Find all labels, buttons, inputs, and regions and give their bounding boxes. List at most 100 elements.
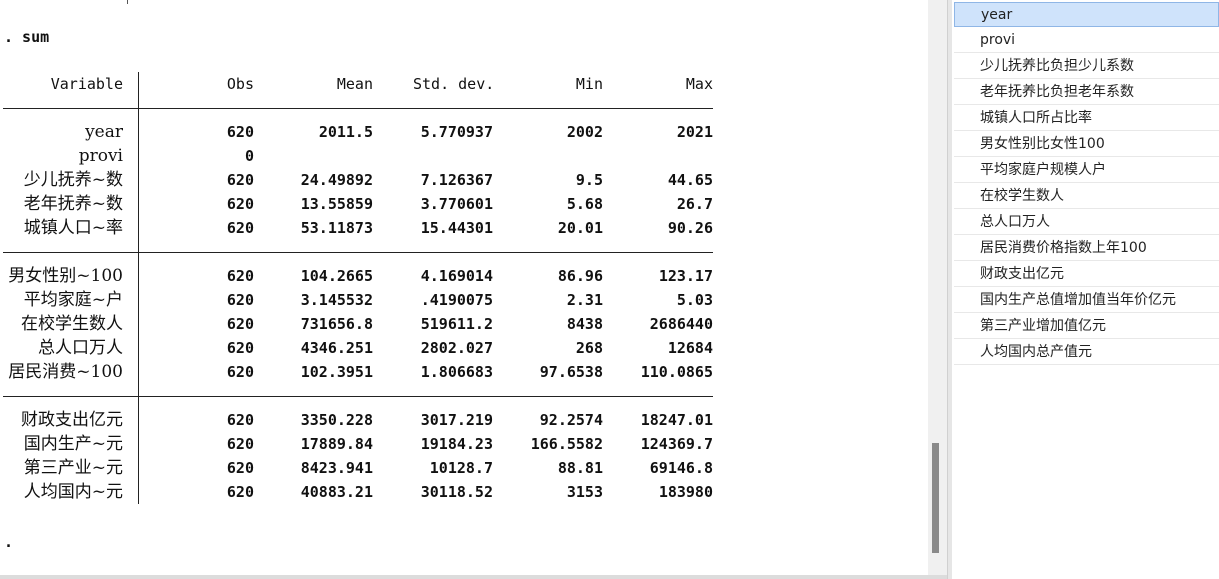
variable-list-label: 在校学生数人 — [980, 188, 1064, 204]
max-value: 2021 — [676, 123, 713, 141]
table-row: 平均家庭~户 620 3.145532 .4190075 2.31 5.03 — [0, 288, 720, 312]
table-row: provi 0 — [0, 144, 720, 168]
header-obs: Obs — [226, 75, 254, 93]
std-dev-value: 10128.7 — [429, 459, 493, 477]
variable-list-label: 老年抚养比负担老年系数 — [980, 84, 1134, 100]
mean-value: 40883.21 — [300, 483, 373, 501]
table-row: 总人口万人 620 4346.251 2802.027 268 12684 — [0, 336, 720, 360]
variables-panel: year provi 少儿抚养比负担少儿系数老年抚养比负担老年系数 城镇人口所占比率男… — [952, 0, 1219, 579]
max-value: 110.0865 — [640, 363, 713, 381]
table-row: 第三产业~元 620 8423.941 10128.7 88.81 69146.8 — [0, 456, 720, 480]
variable-name: 总人口万人 — [38, 338, 123, 358]
max-value: 69146.8 — [649, 459, 713, 477]
variable-list-label: 平均家庭户规模人户 — [980, 162, 1106, 178]
top-tick-mark — [127, 0, 128, 4]
max-value: 90.26 — [667, 219, 713, 237]
table-row: 居民消费~100 620 102.3951 1.806683 97.6538 110.08… — [0, 360, 720, 384]
max-value: 123.17 — [658, 267, 713, 285]
variable-list-item[interactable]: year — [954, 2, 1219, 27]
std-dev-value: 5.770937 — [420, 123, 493, 141]
variable-name: 第三产业~元 — [23, 458, 123, 478]
min-value: 20.01 — [557, 219, 603, 237]
variable-list-item[interactable]: 平均家庭户规模人户 — [954, 158, 1219, 183]
obs-value: 620 — [226, 339, 254, 357]
variable-list-item[interactable]: 少儿抚养比负担少儿系数 — [954, 54, 1219, 79]
obs-value: 620 — [226, 267, 254, 285]
max-value: 44.65 — [667, 171, 713, 189]
results-window: . sum Variable Obs Mean Std. dev. Min Ma… — [0, 0, 928, 575]
variable-name: 平均家庭~户 — [23, 290, 123, 310]
variable-list-item[interactable]: 国内生产总值增加值当年价亿元 — [954, 288, 1219, 313]
obs-value: 620 — [226, 483, 254, 501]
command-line: . sum — [4, 28, 50, 46]
variable-list-label: 城镇人口所占比率 — [980, 110, 1092, 126]
table-row: 财政支出亿元 620 3350.228 3017.219 92.2574 18247.01 — [0, 408, 720, 432]
table-row: 人均国内~元 620 40883.21 30118.52 3153 183980 — [0, 480, 720, 504]
std-dev-value: 2802.027 — [420, 339, 493, 357]
variable-list-item[interactable]: 老年抚养比负担老年系数 — [954, 80, 1219, 105]
table-row: 在校学生数人 620 731656.8 519611.2 8438 2686440 — [0, 312, 720, 336]
table-row: 男女性别~100 620 104.2665 4.169014 86.96 123.17 — [0, 264, 720, 288]
variable-name: 在校学生数人 — [21, 314, 123, 334]
variable-name: 财政支出亿元 — [21, 410, 123, 430]
mean-value: 17889.84 — [300, 435, 373, 453]
obs-value: 620 — [226, 411, 254, 429]
variable-list-label: 第三产业增加值亿元 — [980, 318, 1106, 334]
table-header: Variable Obs Mean Std. dev. Min Max — [0, 72, 720, 96]
mean-value: 24.49892 — [300, 171, 373, 189]
mean-value: 3.145532 — [300, 291, 373, 309]
mean-value: 102.3951 — [300, 363, 373, 381]
std-dev-value: 19184.23 — [420, 435, 493, 453]
scrollbar-thumb[interactable] — [932, 443, 939, 553]
variable-list-item[interactable]: 在校学生数人 — [954, 184, 1219, 209]
variable-name: 男女性别~100 — [8, 266, 123, 286]
variable-list-label: 总人口万人 — [980, 214, 1050, 230]
obs-value: 620 — [226, 195, 254, 213]
std-dev-value: 7.126367 — [420, 171, 493, 189]
max-value: 183980 — [658, 483, 713, 501]
min-value: 268 — [575, 339, 603, 357]
command-prompt[interactable]: . — [4, 532, 13, 552]
variable-list-item[interactable]: 人均国内总产值元 — [954, 340, 1219, 365]
max-value: 12684 — [667, 339, 713, 357]
header-min: Min — [575, 75, 603, 93]
min-value: 5.68 — [566, 195, 603, 213]
variable-list-label: 人均国内总产值元 — [980, 344, 1092, 360]
min-value: 88.81 — [557, 459, 603, 477]
mean-value: 53.11873 — [300, 219, 373, 237]
obs-value: 620 — [226, 291, 254, 309]
obs-value: 620 — [226, 315, 254, 333]
mean-value: 4346.251 — [300, 339, 373, 357]
table-row: 老年抚养~数 620 13.55859 3.770601 5.68 26.7 — [0, 192, 720, 216]
std-dev-value: 4.169014 — [420, 267, 493, 285]
header-max: Max — [685, 75, 713, 93]
variable-list-item[interactable]: 男女性别比女性100 — [954, 132, 1219, 157]
obs-value: 0 — [244, 147, 254, 165]
min-value: 9.5 — [575, 171, 603, 189]
table-row: 少儿抚养~数 620 24.49892 7.126367 9.5 44.65 — [0, 168, 720, 192]
obs-value: 620 — [226, 171, 254, 189]
obs-value: 620 — [226, 123, 254, 141]
header-std-dev: Std. dev. — [413, 75, 495, 93]
variable-list-item[interactable]: provi — [954, 28, 1219, 53]
variable-name: 国内生产~元 — [23, 434, 123, 454]
variable-list-item[interactable]: 居民消费价格指数上年100 — [954, 236, 1219, 261]
obs-value: 620 — [226, 435, 254, 453]
std-dev-value: 519611.2 — [420, 315, 493, 333]
variable-list-item[interactable]: 第三产业增加值亿元 — [954, 314, 1219, 339]
mean-value: 8423.941 — [300, 459, 373, 477]
variable-list-label: 国内生产总值增加值当年价亿元 — [980, 292, 1176, 308]
variable-list-item[interactable]: 城镇人口所占比率 — [954, 106, 1219, 131]
variable-list-item[interactable]: 总人口万人 — [954, 210, 1219, 235]
variable-list-item[interactable]: 财政支出亿元 — [954, 262, 1219, 287]
table-row: year 620 2011.5 5.770937 2002 2021 — [0, 120, 720, 144]
variable-name: 城镇人口~率 — [23, 218, 123, 238]
header-divider — [3, 108, 713, 109]
table-row: 城镇人口~率 620 53.11873 15.44301 20.01 90.26 — [0, 216, 720, 240]
horizontal-scrollbar[interactable] — [0, 575, 947, 579]
max-value: 2686440 — [649, 315, 713, 333]
min-value: 92.2574 — [539, 411, 603, 429]
min-value: 166.5582 — [530, 435, 603, 453]
table-row: 国内生产~元 620 17889.84 19184.23 166.5582 124369.… — [0, 432, 720, 456]
variable-name: 少儿抚养~数 — [23, 170, 123, 190]
